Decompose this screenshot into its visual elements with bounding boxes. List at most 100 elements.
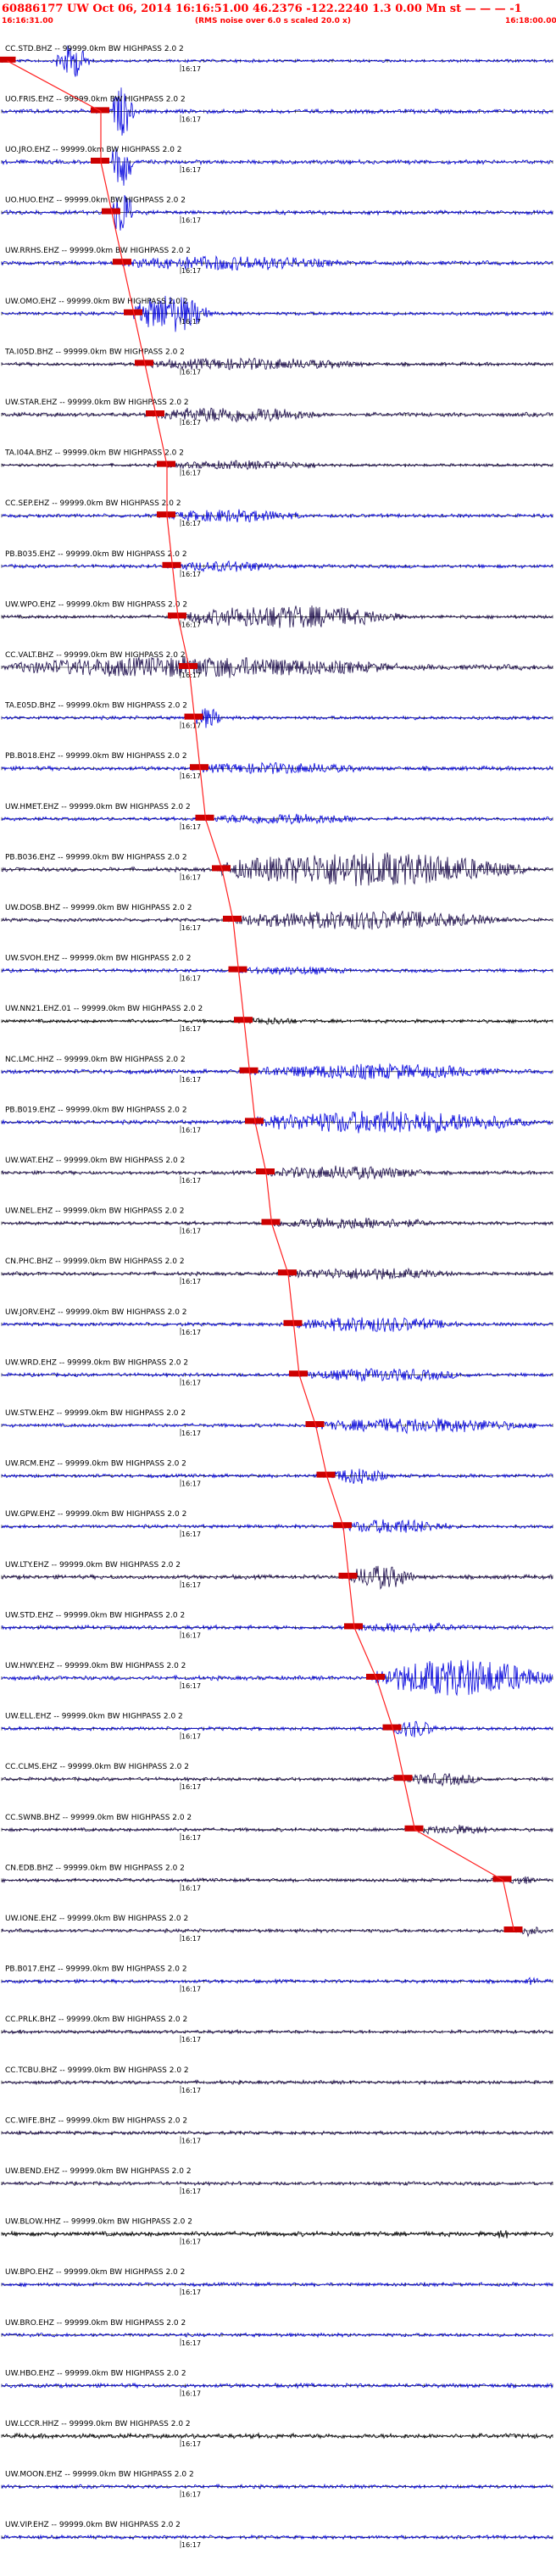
station-label: UW.NEL.EHZ -- 99999.0km BW HIGHPASS 2.0 … [5, 1207, 184, 1216]
station-label: TA.I04A.BHZ -- 99999.0km BW HIGHPASS 2.0… [4, 449, 184, 458]
time-tick-label: 16:17 [181, 1783, 201, 1791]
pick-marker [91, 158, 109, 164]
station-label: UW.BLOW.HHZ -- 99999.0km BW HIGHPASS 2.0… [5, 2218, 192, 2227]
time-tick-label: 16:17 [181, 672, 201, 679]
time-tick-label: 16:17 [181, 2239, 201, 2246]
station-label: TA.E05D.BHZ -- 99999.0km BW HIGHPASS 2.0… [4, 702, 187, 711]
station-label: UW.BPO.EHZ -- 99999.0km BW HIGHPASS 2.0 … [5, 2268, 185, 2277]
time-tick-label: 16:17 [181, 2087, 201, 2094]
time-tick-label: 16:17 [181, 2289, 201, 2296]
time-tick-label: 16:17 [181, 1884, 201, 1892]
station-label: UW.BEND.EHZ -- 99999.0km BW HIGHPASS 2.0… [5, 2167, 192, 2176]
station-label: PB.B017.EHZ -- 99999.0km BW HIGHPASS 2.0… [5, 1965, 187, 1974]
time-tick-label: 16:17 [181, 1379, 201, 1386]
time-tick-label: 16:17 [181, 1278, 201, 1285]
start-time-label: 16:16:31.00 [2, 17, 53, 25]
time-tick-label: 16:17 [181, 1329, 201, 1336]
station-label: UW.VIP.EHZ -- 99999.0km BW HIGHPASS 2.0 … [5, 2521, 181, 2529]
time-tick-label: 16:17 [181, 2541, 201, 2549]
time-tick-label: 16:17 [181, 975, 201, 983]
time-tick-label: 16:17 [181, 318, 201, 326]
seismogram-chart: 60886177 UW Oct 06, 2014 16:16:51.00 46.… [0, 0, 556, 2576]
station-label: CC.STD.BHZ -- 99999.0km BW HIGHPASS 2.0 … [5, 45, 184, 53]
time-tick-label: 16:17 [181, 1834, 201, 1842]
time-tick-label: 16:17 [181, 368, 201, 376]
time-tick-label: 16:17 [181, 1025, 201, 1033]
station-label: UW.WPO.EHZ -- 99999.0km BW HIGHPASS 2.0 … [5, 600, 187, 609]
station-label: TA.I05D.BHZ -- 99999.0km BW HIGHPASS 2.0… [4, 348, 185, 356]
station-label: UW.IONE.EHZ -- 99999.0km BW HIGHPASS 2.0… [5, 1915, 188, 1923]
time-tick-label: 16:17 [181, 419, 201, 427]
station-label: UW.HMET.EHZ -- 99999.0km BW HIGHPASS 2.0… [5, 803, 191, 811]
station-label: UW.HWY.EHZ -- 99999.0km BW HIGHPASS 2.0 … [5, 1662, 186, 1670]
time-tick-label: 16:17 [181, 166, 201, 174]
station-label: UW.LTY.EHZ -- 99999.0km BW HIGHPASS 2.0 … [5, 1561, 181, 1570]
station-label: UW.STAR.EHZ -- 99999.0km BW HIGHPASS 2.0… [5, 399, 189, 407]
station-label: CC.VALT.BHZ -- 99999.0km BW HIGHPASS 2.0… [5, 651, 186, 660]
station-label: UW.STD.EHZ -- 99999.0km BW HIGHPASS 2.0 … [5, 1611, 185, 1620]
time-tick-label: 16:17 [181, 924, 201, 932]
time-tick-label: 16:17 [181, 1480, 201, 1488]
station-label: UW.WAT.EHZ -- 99999.0km BW HIGHPASS 2.0 … [5, 1157, 185, 1165]
time-tick-label: 16:17 [181, 2036, 201, 2044]
station-label: UW.RCM.EHZ -- 99999.0km BW HIGHPASS 2.0 … [5, 1460, 186, 1469]
station-label: PB.B018.EHZ -- 99999.0km BW HIGHPASS 2.0… [5, 752, 187, 761]
time-tick-label: 16:17 [181, 1986, 201, 1993]
station-label: CC.CLMS.EHZ -- 99999.0km BW HIGHPASS 2.0… [5, 1763, 189, 1771]
station-label: UW.NN21.EHZ.01 -- 99999.0km BW HIGHPASS … [5, 1005, 203, 1013]
time-tick-label: 16:17 [181, 823, 201, 831]
station-label: CN.EDB.BHZ -- 99999.0km BW HIGHPASS 2.0 … [5, 1864, 185, 1872]
time-tick-label: 16:17 [181, 1682, 201, 1690]
time-tick-label: 16:17 [181, 1935, 201, 1943]
station-label: UW.ELL.EHZ -- 99999.0km BW HIGHPASS 2.0 … [5, 1713, 183, 1721]
station-label: PB.B035.EHZ -- 99999.0km BW HIGHPASS 2.0… [5, 550, 187, 559]
station-label: UO.FRIS.EHZ -- 99999.0km BW HIGHPASS 2.0… [5, 95, 186, 103]
station-label: PB.B019.EHZ -- 99999.0km BW HIGHPASS 2.0… [5, 1106, 187, 1114]
event-title: 60886177 UW Oct 06, 2014 16:16:51.00 46.… [2, 3, 522, 15]
station-label: UW.MOON.EHZ -- 99999.0km BW HIGHPASS 2.0… [5, 2471, 194, 2479]
pick-marker [492, 1876, 512, 1882]
end-time-label: 16:18:00.00 [505, 17, 556, 25]
station-label: CC.SWNB.BHZ -- 99999.0km BW HIGHPASS 2.0… [5, 1814, 192, 1822]
time-tick-label: 16:17 [181, 2440, 201, 2448]
time-tick-label: 16:17 [181, 1228, 201, 1235]
station-label: CC.PRLK.BHZ -- 99999.0km BW HIGHPASS 2.0… [5, 2016, 187, 2024]
time-tick-label: 16:17 [181, 772, 201, 780]
time-tick-label: 16:17 [181, 873, 201, 881]
pick-marker [91, 107, 109, 114]
station-label: UW.SVOH.EHZ -- 99999.0km BW HIGHPASS 2.0… [5, 955, 191, 963]
station-label: PB.B036.EHZ -- 99999.0km BW HIGHPASS 2.0… [5, 853, 187, 861]
time-tick-label: 16:17 [181, 1631, 201, 1639]
time-tick-label: 16:17 [181, 2188, 201, 2195]
station-label: NC.LMC.HHZ -- 99999.0km BW HIGHPASS 2.0 … [5, 1056, 186, 1064]
time-tick-label: 16:17 [181, 1430, 201, 1437]
station-label: UW.DOSB.BHZ -- 99999.0km BW HIGHPASS 2.0… [5, 904, 192, 912]
station-label: UW.STW.EHZ -- 99999.0km BW HIGHPASS 2.0 … [5, 1409, 186, 1418]
station-label: CC.WIFE.BHZ -- 99999.0km BW HIGHPASS 2.0… [5, 2116, 187, 2125]
time-tick-label: 16:17 [181, 267, 201, 275]
time-tick-label: 16:17 [181, 1581, 201, 1589]
station-label: CC.TCBU.BHZ -- 99999.0km BW HIGHPASS 2.0… [5, 2066, 189, 2075]
station-label: UW.BRO.EHZ -- 99999.0km BW HIGHPASS 2.0 … [5, 2319, 186, 2328]
time-tick-label: 16:17 [181, 621, 201, 628]
station-label: CC.SEP.EHZ -- 99999.0km BW HIGHPASS 2.0 … [5, 499, 181, 508]
time-tick-label: 16:17 [181, 2389, 201, 2397]
station-label: UO.JRO.EHZ -- 99999.0km BW HIGHPASS 2.0 … [5, 146, 182, 154]
station-label: UW.GPW.EHZ -- 99999.0km BW HIGHPASS 2.0 … [5, 1510, 186, 1519]
time-tick-label: 16:17 [181, 1733, 201, 1741]
time-tick-label: 16:17 [181, 470, 201, 477]
time-tick-label: 16:17 [181, 1531, 201, 1538]
station-label: UW.HBO.EHZ -- 99999.0km BW HIGHPASS 2.0 … [5, 2369, 186, 2378]
station-label: UO.HUO.EHZ -- 99999.0km BW HIGHPASS 2.0 … [5, 197, 186, 205]
time-tick-label: 16:17 [181, 1076, 201, 1084]
rms-note-label: (RMS noise over 6.0 s scaled 20.0 x) [195, 17, 351, 25]
time-tick-label: 16:17 [181, 2491, 201, 2499]
time-tick-label: 16:17 [181, 520, 201, 527]
time-tick-label: 16:17 [181, 722, 201, 730]
time-tick-label: 16:17 [181, 2339, 201, 2347]
pick-marker [157, 511, 175, 518]
time-tick-label: 16:17 [181, 217, 201, 225]
station-label: UW.WRD.EHZ -- 99999.0km BW HIGHPASS 2.0 … [5, 1358, 188, 1367]
time-tick-label: 16:17 [181, 115, 201, 123]
time-tick-label: 16:17 [181, 2137, 201, 2144]
